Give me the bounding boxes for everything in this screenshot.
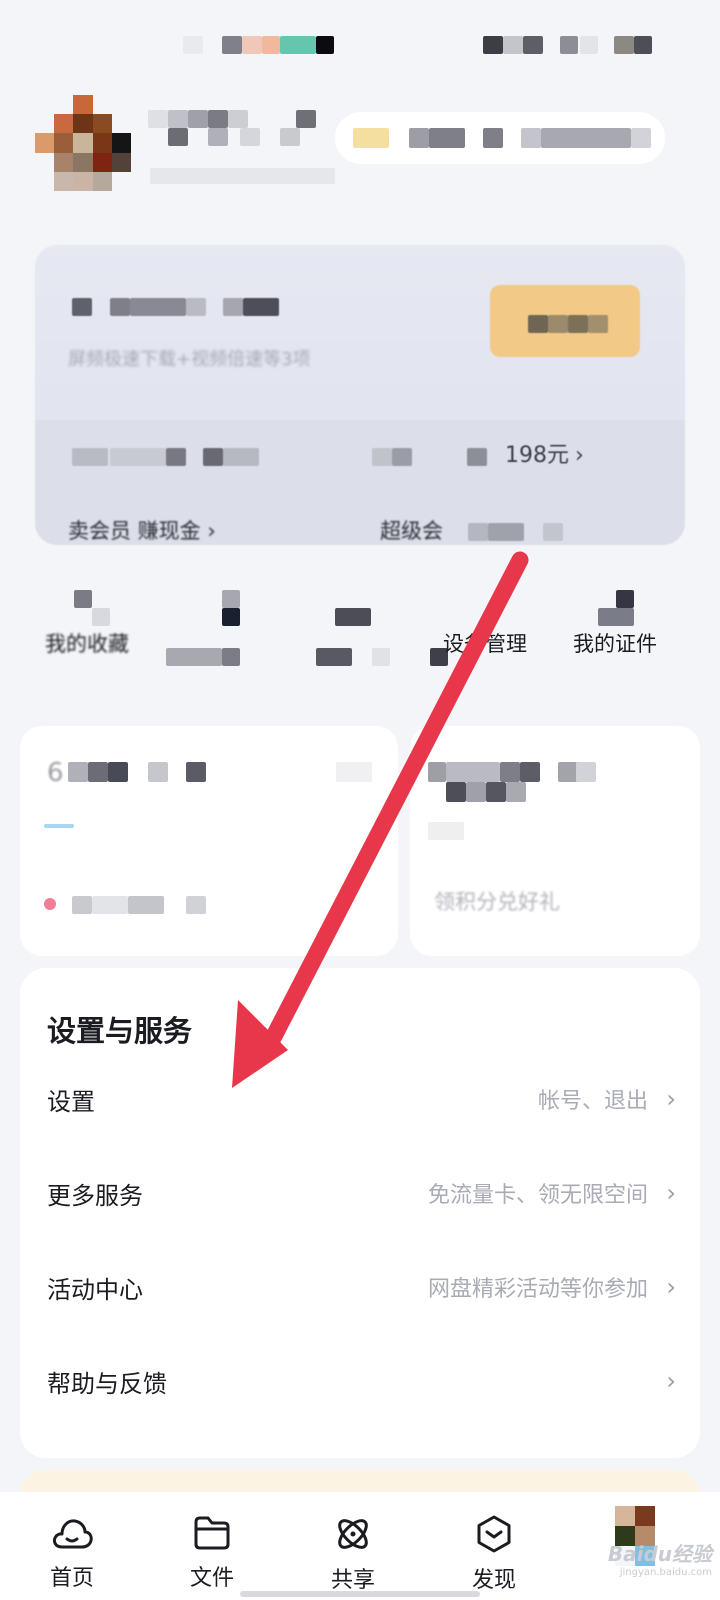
row-label: 帮助与反馈 — [47, 1369, 167, 1398]
vip-price-link[interactable]: 198元 › — [505, 437, 584, 469]
points-hint: 领积分兑好礼 — [434, 890, 560, 914]
vip-earn-link[interactable]: 卖会员 赚现金 › — [68, 515, 216, 545]
row-label: 设置 — [47, 1087, 95, 1116]
storage-value: 6 — [47, 758, 64, 788]
storage-progress-bar — [44, 824, 74, 828]
row-label: 活动中心 — [47, 1275, 143, 1304]
tool-label-certificates: 我的证件 — [573, 632, 657, 656]
chevron-right-icon: › — [666, 1273, 676, 1301]
folder-icon — [194, 1516, 230, 1550]
settings-row-activity-center[interactable]: 活动中心 网盘精彩活动等你参加 › — [20, 1240, 700, 1334]
row-hint: 帐号、退出 — [537, 1089, 648, 1114]
tab-home[interactable]: 首页 — [22, 1500, 122, 1600]
tab-share[interactable]: 共享 — [303, 1500, 403, 1600]
settings-services-card: 设置与服务 设置 帐号、退出 › 更多服务 免流量卡、领无限空间 › 活动中心 … — [20, 968, 700, 1458]
tab-label: 文件 — [189, 1566, 234, 1591]
home-indicator[interactable] — [240, 1591, 480, 1597]
settings-row-more-services[interactable]: 更多服务 免流量卡、领无限空间 › — [20, 1146, 700, 1240]
tab-label: 共享 — [330, 1568, 375, 1593]
row-hint: 免流量卡、领无限空间 — [427, 1183, 648, 1208]
status-bar — [0, 0, 720, 90]
row-hint: 网盘精彩活动等你参加 — [427, 1277, 648, 1302]
avatar[interactable] — [35, 95, 131, 191]
tab-discover[interactable]: 发现 — [444, 1500, 544, 1600]
vip-membership-card[interactable]: 屏频极速下载+视频倍速等3项 198元 › 卖会员 赚现金 › 超级会 — [35, 245, 685, 545]
points-card[interactable]: 领积分兑好礼 — [410, 726, 700, 956]
discover-icon — [477, 1515, 511, 1553]
status-dot — [44, 898, 56, 910]
tool-label-collection: 我的收藏 — [45, 632, 129, 656]
tab-label: 发现 — [471, 1568, 516, 1593]
atom-icon — [338, 1519, 368, 1549]
settings-row-help-feedback[interactable]: 帮助与反馈 › — [20, 1334, 700, 1428]
tab-label: 首页 — [49, 1566, 94, 1591]
tool-label-device: 设备管理 — [443, 632, 527, 656]
vip-super-label: 超级会 — [380, 519, 443, 543]
cloud-icon — [52, 1519, 93, 1549]
chevron-right-icon: › — [666, 1367, 676, 1395]
watermark: Baidu经验 jingyan.baidu.com — [607, 1542, 712, 1578]
chevron-right-icon: › — [575, 443, 584, 468]
section-title: 设置与服务 — [47, 1014, 193, 1048]
vip-subtitle: 屏频极速下载+视频倍速等3项 — [68, 349, 311, 370]
vip-price: 198元 — [505, 443, 569, 468]
tab-files[interactable]: 文件 — [162, 1500, 262, 1600]
vip-level-banner[interactable] — [335, 112, 665, 164]
vip-open-button[interactable] — [490, 285, 640, 357]
settings-row-settings[interactable]: 设置 帐号、退出 › — [20, 1052, 700, 1146]
chevron-right-icon: › — [666, 1085, 676, 1113]
row-label: 更多服务 — [47, 1181, 143, 1210]
storage-card[interactable]: 6 — [20, 726, 398, 956]
chevron-right-icon: › — [666, 1179, 676, 1207]
